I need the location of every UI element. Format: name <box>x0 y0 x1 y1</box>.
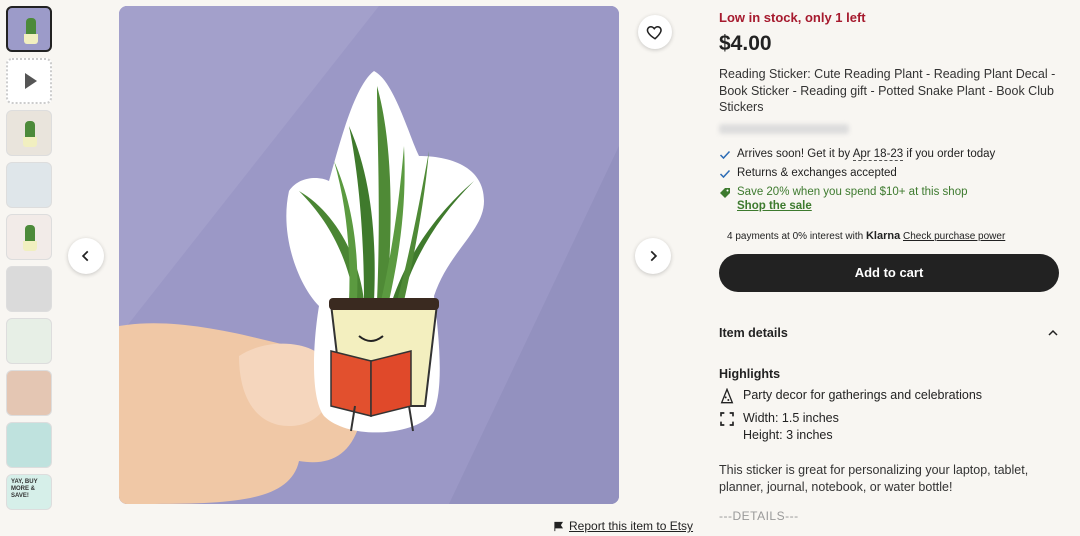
delivery-prefix: Arrives soon! Get it by <box>737 147 853 160</box>
listing-info-panel: Low in stock, only 1 left $4.00 Reading … <box>719 10 1064 523</box>
thumbnail-1[interactable] <box>6 6 52 52</box>
highlight-party: Party decor for gatherings and celebrati… <box>719 387 1064 404</box>
chevron-left-icon <box>81 250 89 262</box>
report-item-link[interactable]: Report this item to Etsy <box>553 519 693 533</box>
promo-text: Save 20% when you spend $10+ at this sho… <box>737 185 968 198</box>
klarna-info: 4 payments at 0% interest with Klarna Ch… <box>727 230 1064 242</box>
report-label: Report this item to Etsy <box>569 519 694 533</box>
klarna-logo: Klarna <box>865 229 901 242</box>
previous-image-button[interactable] <box>68 238 104 274</box>
shop-name-blurred <box>719 123 849 134</box>
width-text: Width: 1.5 inches <box>743 410 839 425</box>
thumbnail-3[interactable] <box>6 110 52 156</box>
klarna-check-link[interactable]: Check purchase power <box>903 231 1005 242</box>
perks-list: Arrives soon! Get it by Apr 18-23 if you… <box>719 147 1064 212</box>
thumbnail-pot-graphic <box>23 137 37 147</box>
add-to-cart-label: Add to cart <box>854 265 924 280</box>
flag-icon <box>554 521 564 531</box>
perk-delivery: Arrives soon! Get it by Apr 18-23 if you… <box>719 147 1064 161</box>
thumbnail-pot-graphic <box>23 241 37 251</box>
check-icon <box>719 169 731 178</box>
thumbnail-9[interactable] <box>6 422 52 468</box>
height-text: Height: 3 inches <box>743 427 833 442</box>
stock-warning: Low in stock, only 1 left <box>719 10 866 25</box>
chevron-right-icon <box>650 250 658 262</box>
favorite-button[interactable] <box>638 15 672 49</box>
thumbnail-10[interactable]: YAY, BUY MORE & SAVE! <box>6 474 52 510</box>
thumbnail-5[interactable] <box>6 214 52 260</box>
product-photo <box>119 6 619 504</box>
perk-promo: Save 20% when you spend $10+ at this sho… <box>719 186 1064 212</box>
promo-text-wrap: Save 20% when you spend $10+ at this sho… <box>737 186 967 212</box>
highlight-party-text: Party decor for gatherings and celebrati… <box>743 387 983 402</box>
thumbnail-promo-text: YAY, BUY MORE & SAVE! <box>11 479 38 499</box>
dimensions-icon <box>720 411 734 426</box>
chevron-up-icon <box>1048 329 1058 336</box>
highlight-dimensions: Width: 1.5 inches Height: 3 inches <box>719 410 1064 444</box>
delivery-dates[interactable]: Apr 18-23 <box>852 147 904 161</box>
delivery-suffix: if you order today <box>903 147 996 160</box>
next-image-button[interactable] <box>635 238 671 274</box>
item-description: This sticker is great for personalizing … <box>719 462 1029 494</box>
thumbnail-8[interactable] <box>6 370 52 416</box>
party-hat-icon <box>720 387 734 403</box>
thumbnail-6[interactable] <box>6 266 52 312</box>
item-details-toggle[interactable]: Item details <box>719 326 1059 340</box>
item-details-heading: Item details <box>719 325 788 340</box>
main-product-image <box>119 6 619 504</box>
shop-sale-link[interactable]: Shop the sale <box>737 200 967 212</box>
highlights-heading: Highlights <box>719 366 781 381</box>
check-icon <box>719 150 731 159</box>
price: $4.00 <box>719 32 772 55</box>
thumbnail-list: YAY, BUY MORE & SAVE! <box>6 6 54 516</box>
listing-title: Reading Sticker: Cute Reading Plant - Re… <box>719 67 1056 114</box>
details-label: ---DETAILS--- <box>719 508 799 523</box>
thumbnail-4[interactable] <box>6 162 52 208</box>
klarna-prefix: 4 payments at 0% interest with <box>727 230 866 242</box>
delivery-text: Arrives soon! Get it by Apr 18-23 if you… <box>737 147 996 161</box>
thumbnail-7[interactable] <box>6 318 52 364</box>
returns-text: Returns & exchanges accepted <box>737 166 897 179</box>
thumbnail-pot-graphic <box>24 34 38 44</box>
add-to-cart-button[interactable]: Add to cart <box>719 253 1059 292</box>
heart-icon <box>646 25 662 40</box>
play-icon <box>25 73 37 89</box>
thumbnail-video[interactable] <box>6 58 52 104</box>
dimensions-text: Width: 1.5 inches Height: 3 inches <box>743 410 839 444</box>
tag-icon <box>720 187 730 198</box>
perk-returns: Returns & exchanges accepted <box>719 167 1064 180</box>
